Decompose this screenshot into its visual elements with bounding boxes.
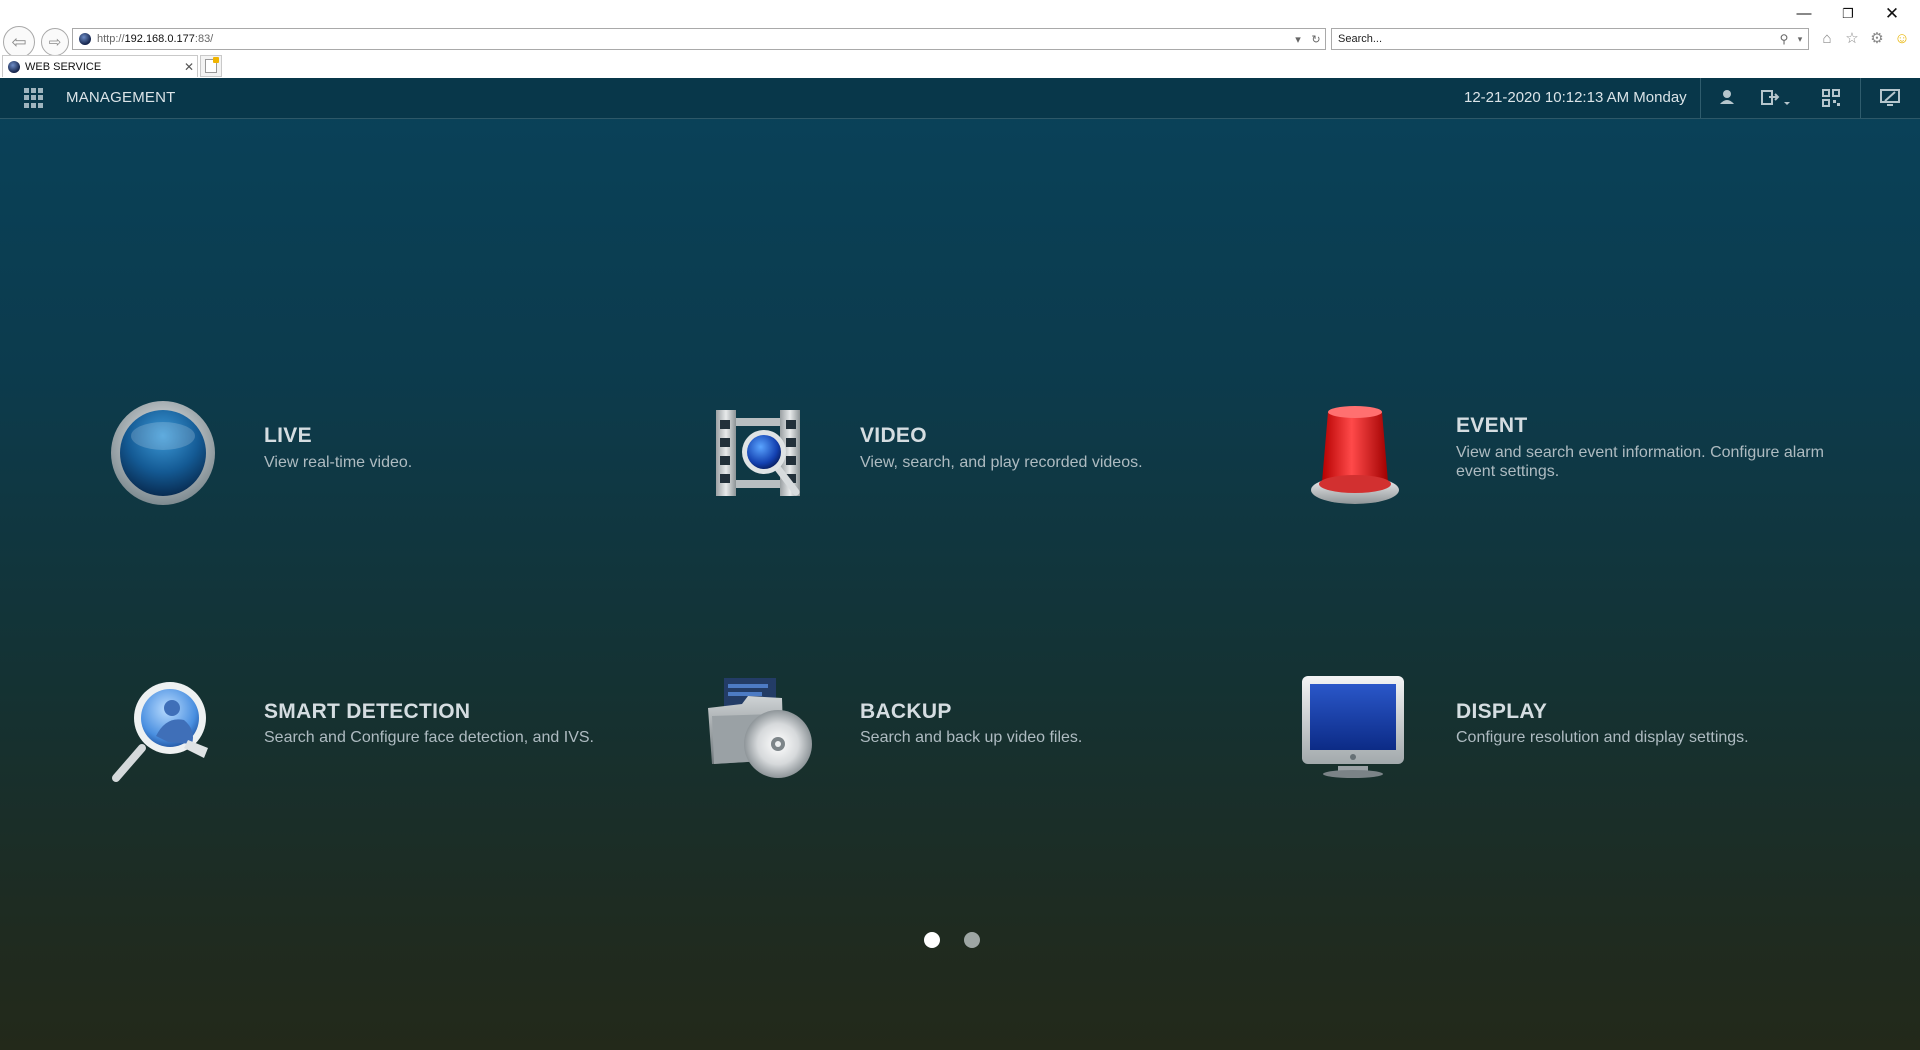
app-page: MANAGEMENT 12-21-2020 10:12:13 AM Monday	[0, 78, 1920, 1050]
person-magnifier-icon	[112, 682, 208, 782]
module-description: Configure resolution and display setting…	[1456, 729, 1749, 746]
header-divider	[1700, 78, 1701, 118]
browser-chrome: — ❐ ✕ ⇦ ⇨ http://192.168.0.177:83/ ▾ ↻ ⚲…	[0, 0, 1920, 79]
module-title: DISPLAY	[1456, 700, 1548, 723]
module-description: View, search, and play recorded videos.	[860, 454, 1143, 471]
search-icon[interactable]: ⚲	[1776, 32, 1792, 46]
module-title: VIDEO	[860, 424, 927, 447]
module-description: Search and back up video files.	[860, 729, 1083, 746]
back-button[interactable]: ⇦	[3, 26, 35, 58]
module-description: View real-time video.	[264, 454, 413, 471]
page-dot-1[interactable]	[924, 932, 940, 948]
window-minimize-button[interactable]: —	[1784, 2, 1824, 26]
module-title: SMART DETECTION	[264, 700, 471, 723]
star-icon[interactable]: ☆	[1843, 30, 1861, 48]
header-divider	[1860, 78, 1861, 118]
module-event[interactable]: EVENT View and search event information.…	[1300, 398, 1860, 508]
film-magnifier-icon	[716, 410, 800, 496]
window-close-button[interactable]: ✕	[1872, 2, 1912, 26]
page-indicator	[924, 932, 980, 948]
back-icon: ⇦	[11, 31, 27, 52]
browser-search-box[interactable]: ⚲ ▾	[1331, 28, 1809, 50]
browser-toolbar: ⌂ ☆ ⚙ ☺	[1818, 28, 1911, 50]
module-display[interactable]: DISPLAY Configure resolution and display…	[1300, 674, 1860, 784]
folder-disc-icon	[708, 678, 812, 778]
datetime-display: 12-21-2020 10:12:13 AM Monday	[1464, 89, 1687, 106]
monitor-icon[interactable]	[1879, 87, 1901, 109]
window-restore-button[interactable]: ❐	[1828, 2, 1868, 26]
new-tab-button[interactable]	[200, 55, 222, 77]
app-header: MANAGEMENT 12-21-2020 10:12:13 AM Monday	[0, 78, 1920, 119]
address-bar[interactable]: http://192.168.0.177:83/ ▾ ↻	[72, 28, 1326, 50]
module-backup[interactable]: BACKUP Search and back up video files.	[704, 674, 1264, 784]
url-text[interactable]: http://192.168.0.177:83/	[97, 33, 1289, 45]
qr-code-icon[interactable]	[1821, 87, 1841, 109]
page-title: MANAGEMENT	[66, 89, 176, 106]
url-host: 192.168.0.177	[124, 33, 195, 45]
search-dropdown-icon[interactable]: ▾	[1792, 34, 1808, 45]
alarm-siren-icon	[1311, 406, 1399, 504]
tab-close-icon[interactable]: ✕	[181, 60, 197, 74]
tab-favicon-icon	[8, 60, 20, 73]
module-smart-detection[interactable]: SMART DETECTION Search and Configure fac…	[108, 674, 668, 784]
module-description: Search and Configure face detection, and…	[264, 729, 594, 746]
home-icon[interactable]: ⌂	[1818, 30, 1836, 48]
url-prefix: http://	[97, 33, 125, 45]
module-live[interactable]: LIVE View real-time video.	[108, 398, 668, 508]
smiley-icon[interactable]: ☺	[1893, 30, 1911, 48]
grid-menu-icon[interactable]	[24, 88, 44, 108]
user-icon[interactable]	[1718, 87, 1736, 109]
page-dot-2[interactable]	[964, 932, 980, 948]
tab-title: WEB SERVICE	[25, 60, 102, 73]
gear-icon[interactable]: ⚙	[1868, 30, 1886, 48]
forward-icon: ⇨	[48, 34, 62, 51]
dropdown-icon[interactable]: ▾	[1289, 33, 1307, 46]
url-rest: :83/	[194, 33, 214, 45]
browser-tab[interactable]: WEB SERVICE ✕	[2, 55, 198, 77]
monitor-screen-icon	[1302, 676, 1404, 778]
site-favicon-icon	[79, 33, 91, 45]
forward-button[interactable]: ⇨	[41, 28, 69, 56]
module-video[interactable]: VIDEO View, search, and play recorded vi…	[704, 398, 1264, 508]
live-orb-icon	[111, 401, 215, 505]
search-input[interactable]	[1332, 29, 1776, 49]
logout-icon[interactable]	[1760, 87, 1794, 109]
module-description: View and search event information. Confi…	[1456, 444, 1824, 480]
module-title: LIVE	[264, 424, 312, 447]
module-title: EVENT	[1456, 414, 1528, 437]
refresh-icon[interactable]: ↻	[1307, 33, 1325, 46]
module-title: BACKUP	[860, 700, 952, 723]
new-tab-icon	[205, 57, 219, 73]
